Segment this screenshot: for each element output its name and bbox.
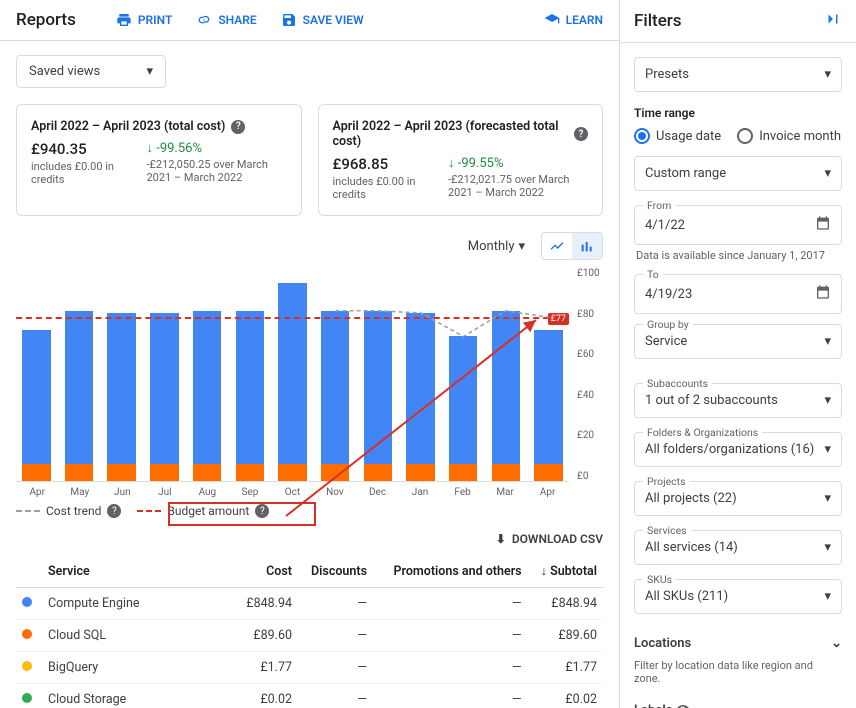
from-date-input[interactable]: From 4/1/22: [634, 205, 842, 245]
from-hint: Data is available since January 1, 2017: [636, 249, 842, 262]
col-subtotal[interactable]: ↓ Subtotal: [528, 556, 603, 588]
main-panel: Reports PRINT SHARE SAVE VIEW LEARN Save…: [0, 0, 620, 708]
bar-Jun[interactable]: [101, 268, 142, 481]
folders-dropdown[interactable]: Folders & Organizations All folders/orga…: [634, 432, 842, 467]
chevron-down-icon: ▾: [518, 239, 525, 254]
chevron-down-icon: ▾: [824, 166, 831, 181]
chevron-down-icon: ⌄: [831, 703, 842, 708]
save-icon: [281, 12, 297, 28]
chevron-down-icon: ▾: [824, 491, 831, 506]
legend-cost-trend: Cost trend ?: [16, 504, 121, 518]
learn-icon: [544, 12, 560, 28]
bar-Nov[interactable]: [315, 268, 356, 481]
help-icon[interactable]: ?: [676, 705, 690, 708]
range-dropdown[interactable]: Custom range▾: [634, 156, 842, 191]
bar-Jan[interactable]: [400, 268, 441, 481]
cost-table: Service Cost Discounts Promotions and ot…: [16, 556, 603, 708]
col-service[interactable]: Service: [42, 556, 234, 588]
filters-panel: Filters Presets▾ Time range Usage date I…: [620, 0, 856, 708]
summary-card: April 2022 – April 2023 (forecasted tota…: [318, 104, 604, 216]
period-dropdown[interactable]: Monthly ▾: [460, 235, 533, 258]
bar-Oct[interactable]: [272, 268, 313, 481]
line-chart-toggle[interactable]: [542, 233, 572, 259]
budget-tag: £77: [548, 313, 569, 325]
labels-expand[interactable]: Labels ? ⌄: [634, 695, 842, 708]
saved-views-dropdown[interactable]: Saved views ▾: [16, 55, 166, 88]
skus-dropdown[interactable]: SKUs All SKUs (211)▾: [634, 579, 842, 614]
share-button[interactable]: SHARE: [196, 12, 256, 28]
collapse-icon: [824, 10, 842, 28]
group-by-dropdown[interactable]: Group by Service▾: [634, 324, 842, 359]
to-date-input[interactable]: To 4/19/23: [634, 274, 842, 314]
bar-Mar[interactable]: [486, 268, 527, 481]
bar-Apr[interactable]: [528, 268, 569, 481]
presets-dropdown[interactable]: Presets▾: [634, 57, 842, 92]
chevron-down-icon: ▾: [824, 540, 831, 555]
invoice-month-radio[interactable]: Invoice month: [737, 128, 841, 144]
locations-expand[interactable]: Locations ⌄: [634, 628, 842, 659]
bar-May[interactable]: [59, 268, 100, 481]
print-icon: [116, 12, 132, 28]
bar-Apr[interactable]: [16, 268, 57, 481]
help-icon[interactable]: ?: [255, 504, 269, 518]
chevron-down-icon: ▾: [146, 64, 153, 79]
col-cost[interactable]: Cost: [234, 556, 298, 588]
table-row[interactable]: Cloud SQL£89.60— —£89.60: [16, 620, 603, 652]
time-range-label: Time range: [634, 106, 842, 120]
download-icon: ⬇: [496, 532, 506, 546]
subaccounts-dropdown[interactable]: Subaccounts 1 out of 2 subaccounts▾: [634, 383, 842, 418]
bar-Dec[interactable]: [358, 268, 399, 481]
filters-title: Filters: [634, 11, 682, 31]
help-icon[interactable]: ?: [574, 127, 588, 141]
chart-type-toggle: [541, 232, 603, 260]
chevron-down-icon: ▾: [824, 589, 831, 604]
bar-chart-toggle[interactable]: [572, 233, 602, 259]
save-view-button[interactable]: SAVE VIEW: [281, 12, 364, 28]
projects-dropdown[interactable]: Projects All projects (22)▾: [634, 481, 842, 516]
table-row[interactable]: Compute Engine£848.94— —£848.94: [16, 588, 603, 620]
chevron-down-icon: ▾: [824, 442, 831, 457]
learn-button[interactable]: LEARN: [544, 12, 603, 28]
calendar-icon[interactable]: [815, 215, 831, 235]
download-csv-button[interactable]: ⬇ DOWNLOAD CSV: [496, 532, 603, 546]
chevron-down-icon: ▾: [824, 67, 831, 82]
col-promotions[interactable]: Promotions and others: [373, 556, 528, 588]
chevron-down-icon: ▾: [824, 393, 831, 408]
chevron-down-icon: ▾: [824, 334, 831, 349]
table-row[interactable]: BigQuery£1.77— —£1.77: [16, 652, 603, 684]
col-discounts[interactable]: Discounts: [298, 556, 373, 588]
bar-Jul[interactable]: [144, 268, 185, 481]
print-button[interactable]: PRINT: [116, 12, 172, 28]
page-title: Reports: [16, 10, 76, 30]
bar-Feb[interactable]: [443, 268, 484, 481]
table-row[interactable]: Cloud Storage£0.02— —£0.02: [16, 684, 603, 708]
chart-legend: Cost trend ? Budget amount ?: [16, 504, 603, 518]
reports-header: Reports PRINT SHARE SAVE VIEW LEARN: [0, 0, 619, 41]
link-icon: [196, 12, 212, 28]
bar-Sep[interactable]: [229, 268, 270, 481]
legend-budget: Budget amount ?: [137, 504, 269, 518]
collapse-button[interactable]: [824, 10, 842, 32]
chevron-down-icon: ⌄: [831, 636, 842, 651]
services-dropdown[interactable]: Services All services (14)▾: [634, 530, 842, 565]
summary-card: April 2022 – April 2023 (total cost)? £9…: [16, 104, 302, 216]
help-icon[interactable]: ?: [107, 504, 121, 518]
help-icon[interactable]: ?: [231, 120, 245, 134]
bar-Aug[interactable]: [187, 268, 228, 481]
calendar-icon[interactable]: [815, 284, 831, 304]
usage-date-radio[interactable]: Usage date: [634, 128, 721, 144]
cost-chart: £100£80£60£40£20£0 £77 AprMayJunJulAugSe…: [16, 268, 603, 498]
